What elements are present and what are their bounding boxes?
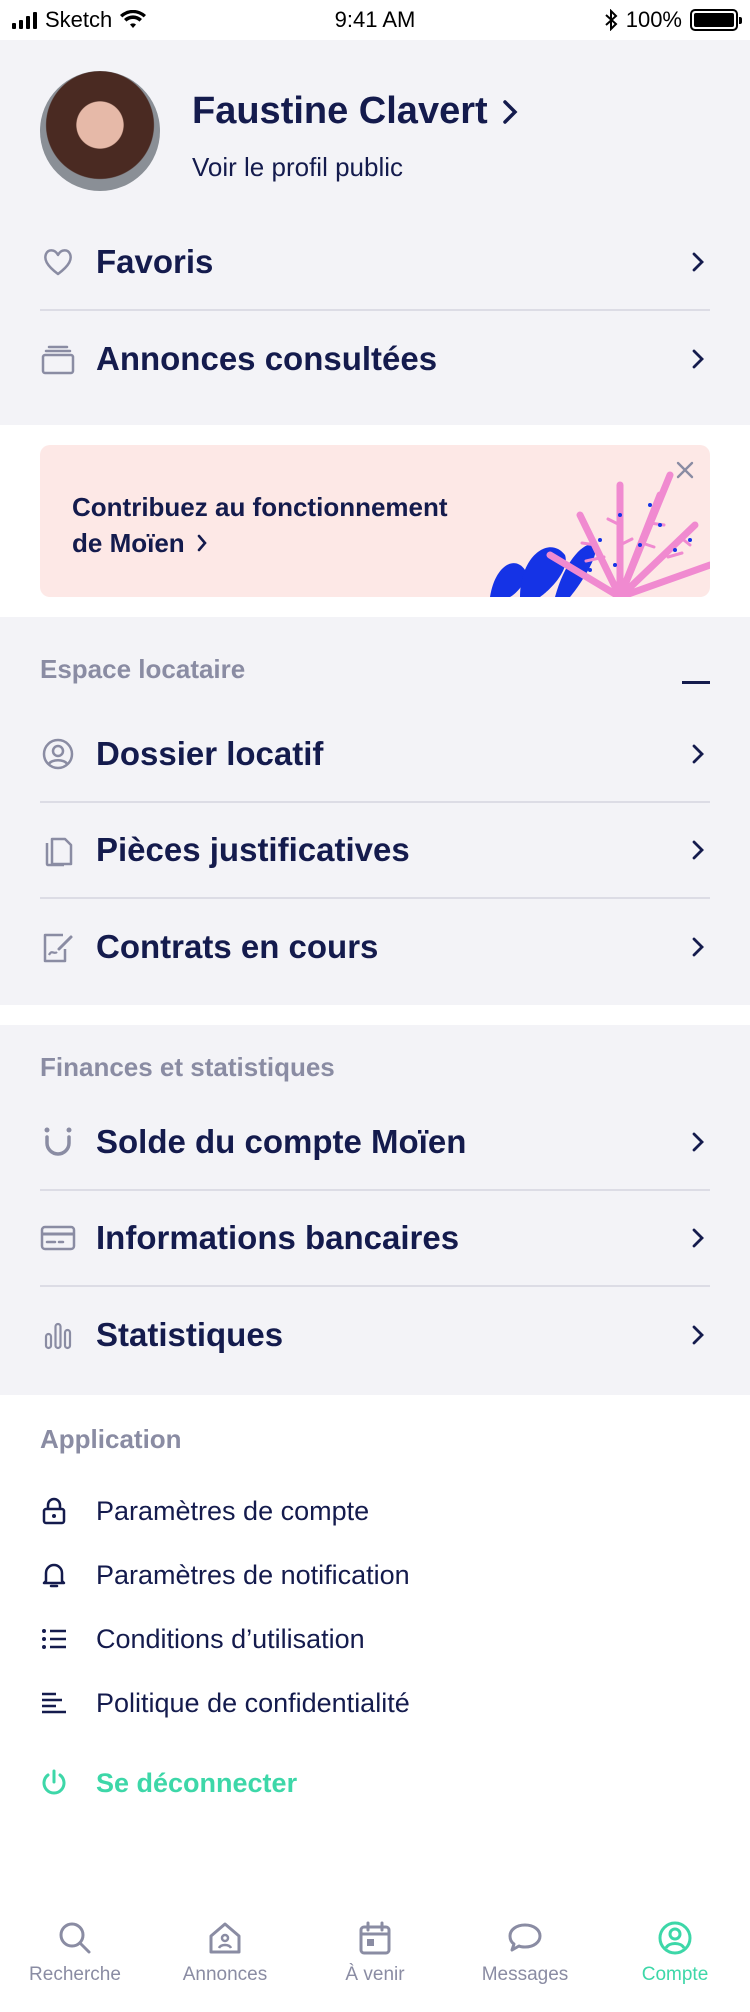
row-label: Dossier locatif	[96, 735, 324, 772]
espace-locataire-section: Espace locataire Dossier locatif Pièces …	[0, 617, 750, 1005]
finances-header: Finances et statistiques	[0, 1025, 750, 1095]
account-icon	[658, 1921, 692, 1955]
row-label: Annonces consultées	[96, 340, 438, 377]
row-statistiques[interactable]: Statistiques	[40, 1287, 710, 1383]
row-informations-bancaires[interactable]: Informations bancaires	[40, 1191, 710, 1287]
tab-label: Messages	[481, 1964, 569, 1985]
chat-icon	[508, 1923, 542, 1952]
credit-card-icon	[40, 1220, 76, 1256]
banner-line-2: de Moïen	[72, 528, 185, 558]
status-bar: Sketch 9:41 AM 100%	[0, 0, 750, 40]
tab-recherche[interactable]: Recherche	[0, 1902, 150, 2012]
documents-icon	[40, 832, 76, 868]
application-header: Application	[0, 1405, 750, 1465]
bluetooth-icon	[605, 9, 618, 31]
row-parametres-compte[interactable]: Paramètres de compte	[40, 1479, 710, 1543]
row-favoris[interactable]: Favoris	[40, 215, 710, 311]
row-label: Solde du compte Moïen	[96, 1123, 467, 1160]
banner-section: Contribuez au fonctionnement de Moïen	[0, 425, 750, 617]
row-label: Paramètres de notification	[96, 1559, 410, 1590]
view-public-profile-link[interactable]: Voir le profil public	[192, 152, 403, 183]
chevron-right-icon	[692, 840, 704, 860]
row-pieces-justificatives[interactable]: Pièces justificatives	[40, 803, 710, 899]
home-icon	[209, 1922, 241, 1954]
tab-a-venir[interactable]: À venir	[300, 1902, 450, 2012]
espace-locataire-header[interactable]: Espace locataire	[0, 617, 750, 707]
application-section: Application Paramètres de compte Paramèt…	[0, 1395, 750, 1815]
contract-sign-icon	[40, 929, 76, 965]
heart-icon	[40, 244, 76, 280]
bar-chart-icon	[40, 1317, 76, 1353]
bell-icon	[40, 1561, 68, 1589]
row-parametres-notification[interactable]: Paramètres de notification	[40, 1543, 710, 1607]
battery-icon	[690, 9, 742, 31]
row-label: Favoris	[96, 243, 214, 280]
chevron-right-icon	[692, 744, 704, 764]
row-solde-compte[interactable]: Solde du compte Moïen	[40, 1095, 710, 1191]
row-label: Conditions d’utilisation	[96, 1623, 365, 1654]
row-dossier-locatif[interactable]: Dossier locatif	[40, 707, 710, 803]
row-label: Contrats en cours	[96, 928, 379, 965]
profile-header[interactable]: Faustine Clavert Voir le profil public	[0, 40, 750, 215]
user-circle-icon	[40, 736, 76, 772]
battery-percent: 100%	[625, 7, 682, 32]
moien-logo-icon	[40, 1124, 76, 1160]
row-label: Informations bancaires	[96, 1219, 460, 1256]
collapse-icon[interactable]	[682, 681, 710, 685]
tab-bar: Recherche Annonces À venir Messages Comp…	[0, 1902, 750, 2012]
chevron-right-icon	[502, 99, 518, 124]
row-label: Pièces justificatives	[96, 831, 410, 868]
row-conditions-utilisation[interactable]: Conditions d’utilisation	[40, 1607, 710, 1671]
cards-stack-icon	[40, 341, 76, 377]
chevron-right-icon	[692, 1132, 704, 1152]
chevron-right-icon	[197, 534, 207, 552]
banner-text[interactable]: Contribuez au fonctionnement de Moïen	[72, 489, 492, 561]
tab-messages[interactable]: Messages	[450, 1902, 600, 2012]
avatar[interactable]	[40, 71, 160, 191]
logout-label: Se déconnecter	[96, 1767, 298, 1798]
row-politique-confidentialite[interactable]: Politique de confidentialité	[40, 1671, 710, 1735]
tab-label: À venir	[345, 1964, 405, 1985]
row-label: Statistiques	[96, 1316, 284, 1353]
search-icon	[59, 1922, 91, 1954]
close-icon[interactable]	[674, 459, 696, 481]
power-icon	[40, 1769, 68, 1797]
tab-label: Annonces	[182, 1964, 268, 1985]
row-annonces-consultees[interactable]: Annonces consultées	[40, 311, 710, 407]
section-title: Finances et statistiques	[40, 1052, 335, 1082]
profile-name[interactable]: Faustine Clavert	[192, 90, 518, 133]
finances-section: Finances et statistiques Solde du compte…	[0, 1025, 750, 1395]
chevron-right-icon	[692, 937, 704, 957]
row-label: Paramètres de compte	[96, 1495, 370, 1526]
row-label: Politique de confidentialité	[96, 1687, 410, 1718]
chevron-right-icon	[692, 252, 704, 272]
list-icon	[40, 1625, 68, 1653]
tab-label: Recherche	[29, 1964, 121, 1985]
row-contrats-en-cours[interactable]: Contrats en cours	[40, 899, 710, 995]
section-title: Application	[40, 1424, 182, 1454]
tab-annonces[interactable]: Annonces	[150, 1902, 300, 2012]
logout-button[interactable]: Se déconnecter	[40, 1751, 710, 1815]
calendar-icon	[359, 1921, 391, 1955]
chevron-right-icon	[692, 1325, 704, 1345]
align-left-icon	[40, 1689, 68, 1717]
lock-icon	[40, 1497, 68, 1525]
chevron-right-icon	[692, 1228, 704, 1248]
chevron-right-icon	[692, 349, 704, 369]
section-title: Espace locataire	[40, 654, 246, 684]
banner-line-1: Contribuez au fonctionnement	[72, 492, 448, 522]
tab-compte[interactable]: Compte	[600, 1902, 750, 2012]
tab-label: Compte	[641, 1964, 709, 1985]
contribute-banner[interactable]: Contribuez au fonctionnement de Moïen	[40, 445, 710, 597]
profile-section: Faustine Clavert Voir le profil public F…	[0, 40, 750, 425]
profile-name-label: Faustine Clavert	[192, 90, 488, 132]
